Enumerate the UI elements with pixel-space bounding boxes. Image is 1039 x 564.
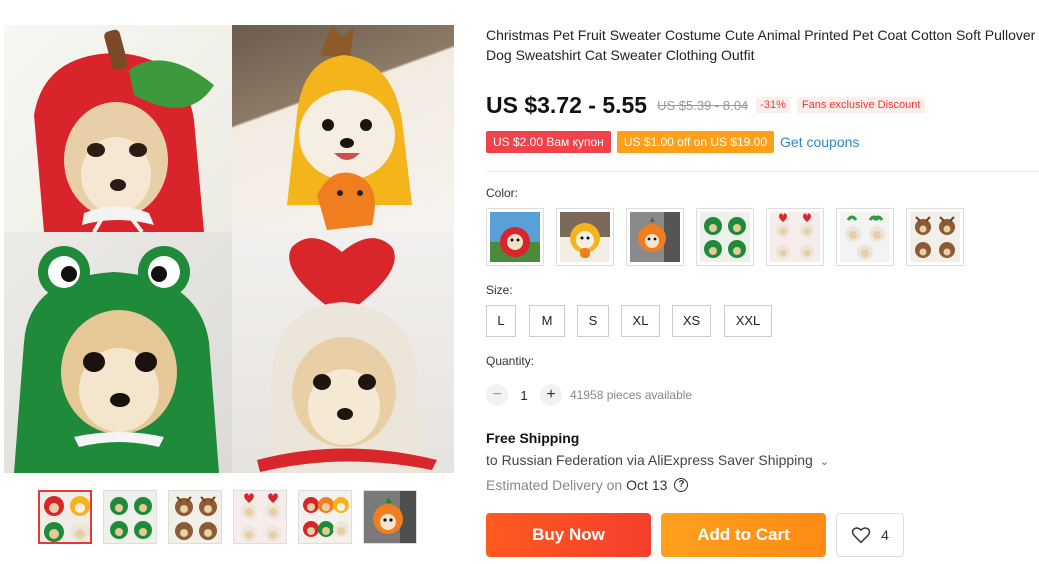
fans-discount-tag: Fans exclusive Discount [796,97,926,113]
product-title: Christmas Pet Fruit Sweater Costume Cute… [486,27,1036,63]
thumbnail-1[interactable] [38,490,92,544]
size-option-l[interactable]: L [486,305,516,337]
shipping-title: Free Shipping [486,430,580,446]
original-price: US $5.39 - 8.04 [657,97,749,113]
estimated-delivery-label: Estimated Delivery on [486,477,623,493]
color-option-white-sprout[interactable] [836,208,894,266]
image-apple-hoodie [4,25,232,232]
divider [486,171,1039,172]
estimated-delivery-date: Oct 13 [626,477,668,493]
coupon-badge-1[interactable]: US $2.00 Вам купон [486,131,611,153]
heart-icon [851,527,871,544]
estimated-delivery: Estimated Delivery on Oct 13 ? [486,477,689,493]
quantity-stepper: − 1 + 41958 pieces available [486,383,692,407]
current-price: US $3.72 - 5.55 [486,91,648,118]
image-frog-hoodie [4,232,232,473]
size-option-xl[interactable]: XL [621,305,660,337]
shipping-destination-text: to Russian Federation via AliExpress Sav… [486,452,813,468]
coupon-badge-2[interactable]: US $1.00 off on US $19.00 [616,131,775,153]
size-option-xs[interactable]: XS [672,305,711,337]
color-option-red-heart[interactable] [766,208,824,266]
quantity-available: 41958 pieces available [570,388,693,402]
color-option-yellow-pear[interactable] [556,208,614,266]
quantity-label: Quantity: [486,354,535,368]
size-option-xxl[interactable]: XXL [724,305,772,337]
price-row: US $3.72 - 5.55 US $5.39 - 8.04 -31% Fan… [486,90,926,120]
thumbnail-5[interactable] [298,490,352,544]
quantity-value[interactable]: 1 [508,388,540,403]
color-label: Color: [486,186,519,200]
size-label: Size: [486,283,513,297]
color-option-orange-carrot[interactable] [626,208,684,266]
size-option-m[interactable]: M [529,305,565,337]
help-icon[interactable]: ? [674,478,689,492]
color-option-red-apple[interactable] [486,208,544,266]
thumbnail-2[interactable] [103,490,157,544]
shipping-destination[interactable]: to Russian Federation via AliExpress Sav… [486,452,829,468]
wishlist-count: 4 [881,527,889,543]
get-coupons-link[interactable]: Get coupons [780,134,859,150]
size-option-s[interactable]: S [577,305,609,337]
buy-now-button[interactable]: Buy Now [486,513,651,557]
main-product-image[interactable] [4,25,454,473]
discount-badge: -31% [756,97,790,113]
quantity-decrease-button[interactable]: − [486,384,508,406]
add-to-cart-button[interactable]: Add to Cart [661,513,826,557]
image-heart-hoodie [232,232,454,473]
chevron-down-icon: ⌄ [819,456,829,468]
image-pear-hoodie [232,25,454,232]
coupon-row: US $2.00 Вам купон US $1.00 off on US $1… [486,131,859,153]
thumbnail-6[interactable] [363,490,417,544]
quantity-increase-button[interactable]: + [540,384,562,406]
thumbnail-4[interactable] [233,490,287,544]
wishlist-button[interactable]: 4 [836,513,904,557]
color-option-brown-reindeer[interactable] [906,208,964,266]
thumbnail-3[interactable] [168,490,222,544]
color-option-green-frog[interactable] [696,208,754,266]
